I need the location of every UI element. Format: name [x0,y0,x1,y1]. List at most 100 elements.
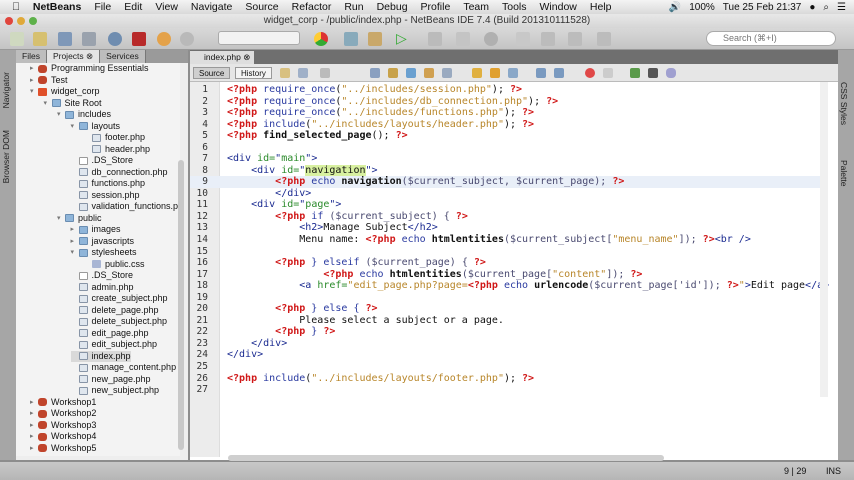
rect-select-icon[interactable] [442,68,452,78]
tree-item[interactable]: footer.php [84,132,145,144]
menu-run[interactable]: Run [344,1,363,13]
code-line[interactable]: 11 <div id="page"> [190,199,820,211]
tree-item[interactable]: ▾ stylesheets [71,247,137,259]
tree-item[interactable]: delete_page.php [71,305,159,317]
expand-toggle-icon[interactable]: ▸ [30,431,38,443]
memory-icon[interactable] [568,32,582,46]
menu-refactor[interactable]: Refactor [292,1,332,13]
tree-item[interactable]: index.php [70,350,131,362]
tree-item[interactable]: ▸ javascripts [71,236,135,248]
tree-item[interactable]: .DS_Store [71,155,133,167]
expand-toggle-icon[interactable]: ▸ [71,236,79,248]
comment-icon[interactable] [630,68,640,78]
notification-icon[interactable]: ☰ [837,2,846,13]
navigator-tab[interactable]: Navigator [1,72,11,108]
palette-tab[interactable]: Palette [839,160,849,186]
stop-icon[interactable] [132,32,146,46]
tree-item[interactable]: ▸ Programming Essentials [30,63,149,75]
redo-icon[interactable] [180,32,194,46]
last-edit-icon[interactable] [280,68,290,78]
tree-item[interactable]: ▾ widget_corp [30,86,100,98]
tree-item[interactable]: ▾ includes [57,109,111,121]
undo-icon[interactable] [157,32,171,46]
tree-item[interactable]: edit_subject.php [71,339,157,351]
expand-toggle-icon[interactable]: ▾ [71,247,79,259]
code-line[interactable]: 7 <div id="main"> [190,153,820,165]
tree-item[interactable]: ▸ images [71,224,121,236]
new-project-icon[interactable] [33,32,47,46]
zoom-window-button[interactable] [29,17,37,25]
menu-team[interactable]: Team [463,1,489,13]
code-line[interactable]: 27 [190,384,820,396]
menu-view[interactable]: View [155,1,178,13]
prev-bookmark-icon[interactable] [472,68,482,78]
menu-source[interactable]: Source [245,1,278,13]
code-line[interactable]: 23 </div> [190,338,820,350]
code-line[interactable]: 19 [190,292,820,304]
tree-item[interactable]: ▾ Site Root [44,98,102,110]
tree-item[interactable]: delete_subject.php [71,316,167,328]
code-area[interactable]: 1 <?php require_once("../includes/session… [190,82,829,457]
close-window-button[interactable] [5,17,13,25]
clean-build-icon[interactable] [368,32,382,46]
code-line[interactable]: 22 <?php } ?> [190,326,820,338]
tree-item[interactable]: functions.php [71,178,145,190]
expand-toggle-icon[interactable]: ▾ [57,213,65,225]
spotlight-icon[interactable]: ⌕ [823,2,829,13]
new-file-icon[interactable] [10,32,24,46]
source-button[interactable]: Source [193,67,231,79]
expand-toggle-icon[interactable]: ▾ [44,98,52,110]
snapshot-icon[interactable] [541,32,555,46]
code-line[interactable]: 14 Menu name: <?php echo htmlentities($c… [190,234,820,246]
forward-icon[interactable] [320,68,330,78]
code-line[interactable]: 20 <?php } else { ?> [190,303,820,315]
chart-icon[interactable] [597,32,611,46]
code-line[interactable]: 2 <?php require_once("../includes/db_conn… [190,96,820,108]
tree-item[interactable]: .DS_Store [71,270,133,282]
find-icon[interactable] [370,68,380,78]
code-line[interactable]: 24 </div> [190,349,820,361]
toggle-highlight-icon[interactable] [424,68,434,78]
search-input[interactable]: Search (⌘+I) [706,31,836,46]
code-line[interactable]: 4 <?php include("../includes/layouts/head… [190,119,820,131]
tab-projects[interactable]: Projects ⊗ [46,50,101,63]
shift-right-icon[interactable] [554,68,564,78]
tree-item[interactable]: ▾ public [57,213,102,225]
find-next-icon[interactable] [406,68,416,78]
menu-navigate[interactable]: Navigate [191,1,232,13]
gc-icon[interactable] [516,32,530,46]
menu-window[interactable]: Window [540,1,577,13]
configuration-select[interactable] [218,31,300,45]
debug-icon[interactable] [428,32,442,46]
tree-item[interactable]: admin.php [71,282,134,294]
open-project-icon[interactable] [58,32,72,46]
tree-item[interactable]: manage_content.php [71,362,176,374]
database-icon[interactable] [666,68,676,78]
tree-item[interactable]: ▸ Workshop5 [30,443,96,455]
tree-item[interactable]: ▸ Test [30,75,68,87]
close-icon[interactable]: ⊗ [86,51,93,61]
step-icon[interactable] [456,32,470,46]
find-previous-icon[interactable] [388,68,398,78]
tree-item[interactable]: create_subject.php [71,293,168,305]
code-line[interactable]: 1 <?php require_once("../includes/session… [190,84,820,96]
tree-item[interactable]: ▸ Workshop3 [30,420,96,432]
tab-index-php[interactable]: index.php ⊗ [190,51,255,64]
save-all-icon[interactable] [82,32,96,46]
code-line[interactable]: 10 </div> [190,188,820,200]
record-macro-icon[interactable] [585,68,595,78]
tab-files[interactable]: Files [16,50,47,63]
menu-file[interactable]: File [94,1,111,13]
minimize-window-button[interactable] [17,17,25,25]
code-line[interactable]: 8 <div id="navigation"> [190,164,820,177]
app-menu[interactable]: NetBeans [33,1,81,13]
expand-toggle-icon[interactable]: ▾ [30,86,38,98]
css-styles-tab[interactable]: CSS Styles [839,82,849,125]
tree-item[interactable]: ▸ Workshop4 [30,431,96,443]
close-icon[interactable]: ⊗ [243,52,250,62]
menu-debug[interactable]: Debug [377,1,408,13]
code-line[interactable]: 16 <?php } elseif ($current_page) { ?> [190,257,820,269]
volume-icon[interactable]: 🔊 [669,2,681,13]
code-line[interactable]: 12 <?php if ($current_subject) { ?> [190,211,820,223]
tree-item[interactable]: new_subject.php [71,385,159,397]
